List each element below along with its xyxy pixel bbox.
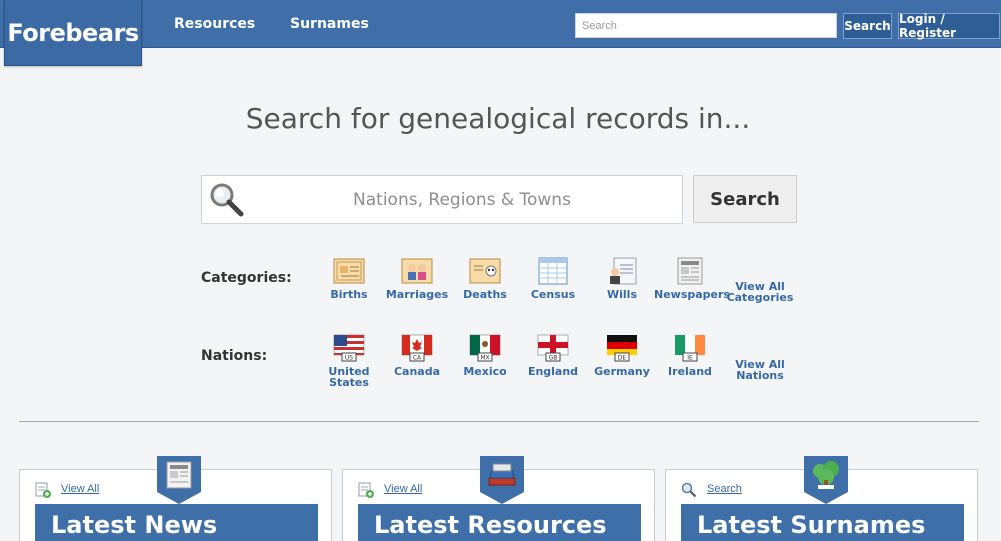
nation-germany[interactable]: DE Germany bbox=[586, 334, 658, 377]
nation-canada[interactable]: CA Canada bbox=[381, 334, 453, 377]
category-newspapers[interactable]: Newspapers bbox=[654, 257, 730, 301]
category-label: Deaths bbox=[463, 288, 507, 301]
latest-resources-heading: Latest Resources bbox=[358, 504, 641, 541]
mexico-flag-icon: MX bbox=[469, 334, 501, 362]
category-label: Wills bbox=[607, 288, 637, 301]
nation-united-states[interactable]: US United States bbox=[313, 334, 385, 388]
flag-code: IE bbox=[687, 355, 693, 362]
nations-label: Nations: bbox=[201, 348, 268, 364]
nav-surnames[interactable]: Surnames bbox=[290, 16, 369, 32]
nation-label: Germany bbox=[594, 365, 650, 378]
canada-flag-icon: CA bbox=[401, 334, 433, 362]
latest-surnames-heading: Latest Surnames bbox=[681, 504, 964, 541]
categories-label: Categories: bbox=[201, 270, 292, 286]
tree-icon bbox=[804, 456, 848, 504]
nation-ireland[interactable]: IE Ireland bbox=[654, 334, 726, 377]
category-births[interactable]: Births bbox=[313, 257, 385, 300]
news-view-all-link[interactable]: View All bbox=[61, 483, 99, 495]
england-flag-icon: GB bbox=[537, 334, 569, 362]
nation-label: Ireland bbox=[668, 365, 712, 378]
nation-label: Canada bbox=[393, 365, 441, 378]
nation-label: Mexico bbox=[463, 365, 507, 378]
category-label: Census bbox=[530, 288, 576, 301]
will-document-icon bbox=[610, 257, 637, 285]
header-search-button[interactable]: Search bbox=[843, 13, 892, 39]
newspaper-icon bbox=[677, 257, 703, 285]
page-title: Search for genealogical records in... bbox=[245, 102, 751, 135]
germany-flag-icon: DE bbox=[607, 335, 637, 362]
flag-code: CA bbox=[413, 355, 422, 362]
category-label: Marriages bbox=[385, 288, 449, 301]
newspaper-icon bbox=[157, 456, 201, 504]
view-all-nations-link[interactable]: View All Nations bbox=[725, 359, 795, 381]
latest-news-heading: Latest News bbox=[35, 504, 318, 541]
category-label: Newspapers bbox=[654, 288, 730, 301]
surnames-search-link[interactable]: Search bbox=[707, 483, 742, 495]
login-register-button[interactable]: Login / Register bbox=[898, 12, 1000, 40]
flag-code: US bbox=[345, 355, 353, 362]
forebears-logo[interactable]: Forebears bbox=[4, 0, 142, 66]
flag-code: MX bbox=[480, 355, 489, 362]
census-table-icon bbox=[538, 257, 568, 285]
place-search-button[interactable]: Search bbox=[693, 175, 797, 223]
us-flag-icon: US bbox=[333, 334, 365, 362]
marriage-certificate-icon bbox=[401, 258, 433, 284]
category-label: Births bbox=[330, 288, 368, 301]
category-marriages[interactable]: Marriages bbox=[381, 257, 453, 300]
search-icon bbox=[681, 482, 697, 498]
nation-mexico[interactable]: MX Mexico bbox=[449, 334, 521, 377]
books-icon bbox=[480, 456, 524, 504]
ireland-flag-icon: IE bbox=[675, 335, 705, 362]
death-certificate-icon bbox=[469, 258, 501, 284]
resources-view-all-link[interactable]: View All bbox=[384, 483, 422, 495]
nav-resources[interactable]: Resources bbox=[174, 16, 255, 32]
category-deaths[interactable]: Deaths bbox=[449, 257, 521, 300]
view-all-line: Categories bbox=[726, 291, 794, 304]
top-navbar: Resources Surnames Search Login / Regist… bbox=[0, 0, 1001, 48]
birth-certificate-icon bbox=[333, 258, 365, 284]
place-search-input[interactable] bbox=[201, 175, 683, 224]
header-search-input[interactable] bbox=[575, 13, 837, 38]
flag-code: DE bbox=[618, 355, 627, 362]
view-all-line: Nations bbox=[736, 369, 784, 382]
magnifier-icon bbox=[210, 183, 244, 217]
add-document-icon bbox=[35, 482, 51, 498]
view-all-categories-link[interactable]: View All Categories bbox=[725, 281, 795, 303]
nation-label: England bbox=[527, 365, 579, 378]
nation-line: States bbox=[329, 376, 369, 389]
nation-england[interactable]: GB England bbox=[517, 334, 589, 377]
category-census[interactable]: Census bbox=[517, 257, 589, 300]
add-document-icon bbox=[358, 482, 374, 498]
section-divider bbox=[19, 421, 979, 422]
category-wills[interactable]: Wills bbox=[586, 257, 658, 300]
nation-label: United States bbox=[313, 366, 385, 388]
flag-code: GB bbox=[549, 355, 558, 362]
